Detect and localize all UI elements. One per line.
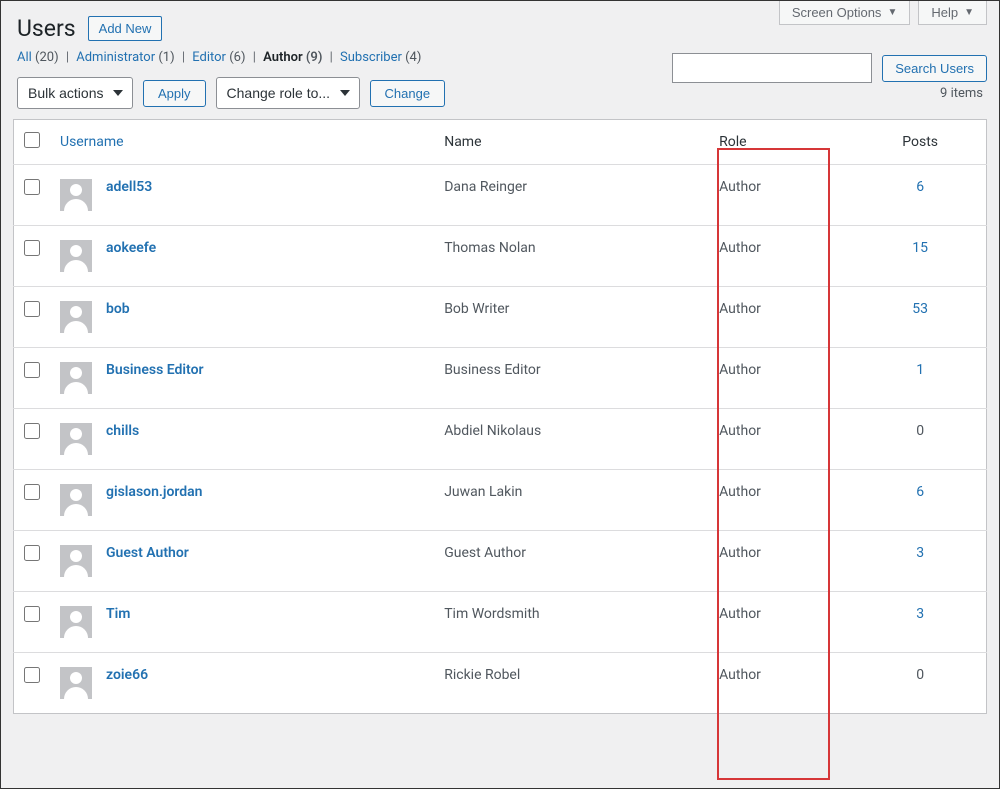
avatar bbox=[60, 362, 92, 394]
filter-administrator[interactable]: Administrator (1) bbox=[76, 50, 174, 65]
bulk-actions-select[interactable]: Bulk actions bbox=[17, 77, 133, 109]
add-new-button[interactable]: Add New bbox=[88, 16, 163, 41]
username-link[interactable]: gislason.jordan bbox=[106, 484, 203, 500]
username-link[interactable]: adell53 bbox=[106, 179, 152, 195]
avatar bbox=[60, 667, 92, 699]
avatar bbox=[60, 301, 92, 333]
row-checkbox[interactable] bbox=[24, 484, 40, 500]
table-row: gislason.jordan Juwan LakinAuthor 6 bbox=[14, 470, 987, 531]
chevron-down-icon: ▼ bbox=[887, 7, 897, 18]
change-role-select[interactable]: Change role to... bbox=[216, 77, 360, 109]
table-row: bob Bob WriterAuthor 53 bbox=[14, 287, 987, 348]
items-count: 9 items bbox=[940, 86, 983, 101]
posts-link[interactable]: 15 bbox=[912, 240, 928, 256]
role-cell: Author bbox=[709, 653, 854, 714]
role-cell: Author bbox=[709, 592, 854, 653]
filter-author: Author (9) bbox=[263, 50, 322, 65]
row-checkbox[interactable] bbox=[24, 545, 40, 561]
table-row: Guest AuthorGuest AuthorAuthor3 bbox=[14, 531, 987, 592]
row-checkbox[interactable] bbox=[24, 179, 40, 195]
avatar bbox=[60, 240, 92, 272]
name-cell: Juwan Lakin bbox=[434, 470, 709, 531]
row-checkbox[interactable] bbox=[24, 301, 40, 317]
name-cell: Tim Wordsmith bbox=[434, 592, 709, 653]
chevron-down-icon: ▼ bbox=[964, 7, 974, 18]
posts-link[interactable]: 3 bbox=[916, 606, 924, 622]
posts-link[interactable]: 6 bbox=[916, 179, 924, 195]
search-users-button[interactable]: Search Users bbox=[882, 55, 987, 82]
table-row: Tim Tim WordsmithAuthor 3 bbox=[14, 592, 987, 653]
username-link[interactable]: Guest Author bbox=[106, 545, 189, 561]
filter-subscriber[interactable]: Subscriber (4) bbox=[340, 50, 421, 65]
name-cell: Business Editor bbox=[434, 348, 709, 409]
role-cell: Author bbox=[709, 348, 854, 409]
role-cell: Author bbox=[709, 409, 854, 470]
name-cell: Guest Author bbox=[434, 531, 709, 592]
username-link[interactable]: chills bbox=[106, 423, 139, 439]
col-name: Name bbox=[434, 120, 709, 165]
table-row: Business EditorBusiness EditorAuthor1 bbox=[14, 348, 987, 409]
posts-count: 0 bbox=[916, 667, 924, 683]
username-link[interactable]: Tim bbox=[106, 606, 130, 622]
users-table: Username Name Role Posts adell53 Dana Rei… bbox=[13, 119, 987, 714]
row-checkbox[interactable] bbox=[24, 606, 40, 622]
col-role: Role bbox=[709, 120, 854, 165]
table-row: aokeefe Thomas NolanAuthor 15 bbox=[14, 226, 987, 287]
role-cell: Author bbox=[709, 531, 854, 592]
posts-link[interactable]: 6 bbox=[916, 484, 924, 500]
table-row: chills Abdiel NikolausAuthor 0 bbox=[14, 409, 987, 470]
avatar bbox=[60, 545, 92, 577]
name-cell: Thomas Nolan bbox=[434, 226, 709, 287]
username-link[interactable]: aokeefe bbox=[106, 240, 156, 256]
search-input[interactable] bbox=[672, 53, 872, 83]
role-cell: Author bbox=[709, 165, 854, 226]
filter-all[interactable]: All (20) bbox=[17, 50, 59, 65]
name-cell: Dana Reinger bbox=[434, 165, 709, 226]
col-username[interactable]: Username bbox=[60, 134, 124, 150]
posts-count: 0 bbox=[916, 423, 924, 439]
row-checkbox[interactable] bbox=[24, 667, 40, 683]
posts-link[interactable]: 1 bbox=[916, 362, 924, 378]
avatar bbox=[60, 484, 92, 516]
table-row: adell53 Dana ReingerAuthor 6 bbox=[14, 165, 987, 226]
row-checkbox[interactable] bbox=[24, 240, 40, 256]
username-link[interactable]: Business Editor bbox=[106, 362, 204, 378]
apply-button[interactable]: Apply bbox=[143, 80, 206, 107]
avatar bbox=[60, 606, 92, 638]
col-posts: Posts bbox=[854, 120, 986, 165]
name-cell: Rickie Robel bbox=[434, 653, 709, 714]
row-checkbox[interactable] bbox=[24, 362, 40, 378]
page-title: Users bbox=[17, 15, 76, 42]
name-cell: Bob Writer bbox=[434, 287, 709, 348]
posts-link[interactable]: 3 bbox=[916, 545, 924, 561]
avatar bbox=[60, 179, 92, 211]
table-row: zoie66 Rickie RobelAuthor 0 bbox=[14, 653, 987, 714]
avatar bbox=[60, 423, 92, 455]
posts-link[interactable]: 53 bbox=[912, 301, 928, 317]
name-cell: Abdiel Nikolaus bbox=[434, 409, 709, 470]
filter-editor[interactable]: Editor (6) bbox=[192, 50, 245, 65]
role-cell: Author bbox=[709, 287, 854, 348]
username-link[interactable]: zoie66 bbox=[106, 667, 148, 683]
help-button[interactable]: Help▼ bbox=[918, 1, 987, 25]
username-link[interactable]: bob bbox=[106, 301, 130, 317]
role-cell: Author bbox=[709, 470, 854, 531]
select-all-checkbox[interactable] bbox=[24, 132, 40, 148]
change-button[interactable]: Change bbox=[370, 80, 446, 107]
screen-options-button[interactable]: Screen Options▼ bbox=[779, 1, 911, 25]
row-checkbox[interactable] bbox=[24, 423, 40, 439]
role-cell: Author bbox=[709, 226, 854, 287]
